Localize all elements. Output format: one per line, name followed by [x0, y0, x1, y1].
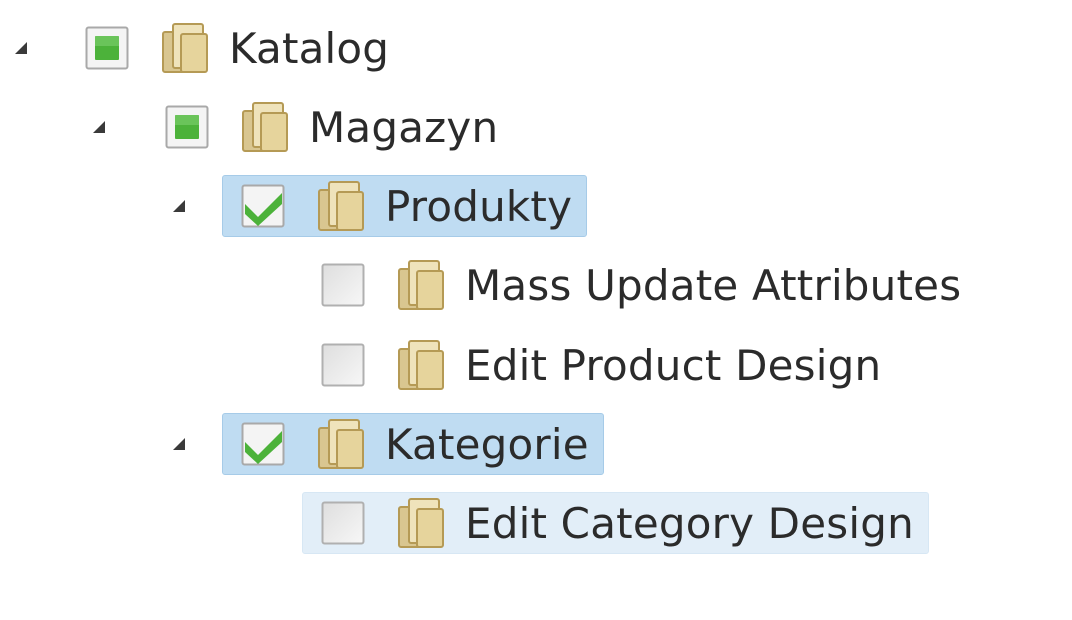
node-label: Edit Category Design — [465, 498, 914, 548]
tree-row[interactable]: Mass Update Attributes — [302, 254, 976, 316]
checkbox-checked-icon[interactable] — [241, 184, 285, 228]
folder-icon — [315, 178, 367, 234]
tree-row-selected[interactable]: Produkty — [222, 175, 588, 237]
collapse-toggle-icon[interactable] — [170, 197, 188, 215]
tree-row[interactable]: Magazyn — [146, 96, 513, 158]
checkbox-partial-icon[interactable] — [165, 105, 209, 149]
tree-row[interactable]: Katalog — [66, 17, 404, 79]
checkbox-unchecked-icon[interactable] — [321, 343, 365, 387]
tree-node-magazyn: Magazyn — [0, 96, 1072, 158]
tree-row[interactable]: Edit Product Design — [302, 334, 896, 396]
node-label: Edit Product Design — [465, 340, 882, 390]
checkbox-unchecked-icon[interactable] — [321, 501, 365, 545]
permissions-tree: Katalog Magazyn Produkty Mass Update Att… — [0, 0, 1072, 620]
collapse-toggle-icon[interactable] — [170, 435, 188, 453]
folder-icon — [395, 495, 447, 551]
node-label: Kategorie — [385, 419, 589, 469]
node-label: Magazyn — [309, 102, 499, 152]
node-label: Katalog — [229, 23, 390, 73]
checkbox-checked-icon[interactable] — [241, 422, 285, 466]
tree-row-selected[interactable]: Kategorie — [222, 413, 604, 475]
collapse-toggle-icon[interactable] — [90, 118, 108, 136]
tree-node-katalog: Katalog — [0, 17, 1072, 79]
tree-row-hovered[interactable]: Edit Category Design — [302, 492, 929, 554]
folder-icon — [395, 337, 447, 393]
tree-node-edit-category-design: Edit Category Design — [0, 492, 1072, 554]
folder-icon — [239, 99, 291, 155]
node-label: Mass Update Attributes — [465, 260, 962, 310]
tree-node-edit-product-design: Edit Product Design — [0, 334, 1072, 396]
folder-icon — [395, 257, 447, 313]
tree-node-kategorie: Kategorie — [0, 413, 1072, 475]
collapse-toggle-icon[interactable] — [12, 39, 30, 57]
checkbox-partial-icon[interactable] — [85, 26, 129, 70]
folder-icon — [159, 20, 211, 76]
checkbox-unchecked-icon[interactable] — [321, 263, 365, 307]
node-label: Produkty — [385, 181, 573, 231]
tree-node-produkty: Produkty — [0, 175, 1072, 237]
folder-icon — [315, 416, 367, 472]
tree-node-mass-update-attributes: Mass Update Attributes — [0, 254, 1072, 316]
